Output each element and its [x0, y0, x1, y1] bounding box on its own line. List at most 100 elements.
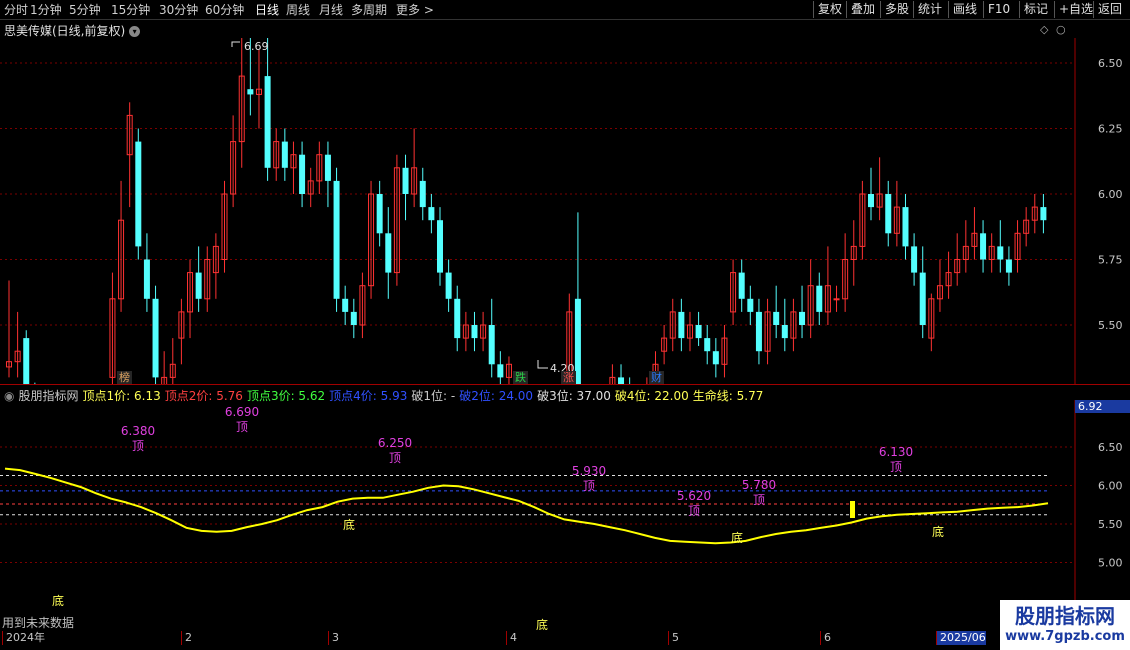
- toolbar-button-5[interactable]: F10: [983, 1, 1014, 18]
- candle[interactable]: [609, 364, 616, 384]
- candle[interactable]: [230, 115, 237, 208]
- candle[interactable]: [1014, 220, 1021, 273]
- candle[interactable]: [919, 246, 926, 339]
- candle[interactable]: [868, 167, 874, 221]
- candle[interactable]: [368, 180, 375, 299]
- candle[interactable]: [402, 154, 409, 221]
- period-tab-1[interactable]: 1分钟: [30, 2, 62, 18]
- close-icon[interactable]: ○: [1056, 23, 1066, 36]
- candle[interactable]: [255, 49, 262, 129]
- candle[interactable]: [342, 285, 349, 325]
- toolbar-button-7[interactable]: +自选: [1054, 1, 1097, 18]
- period-tab-10[interactable]: 更多 >: [396, 2, 434, 18]
- peak-marker[interactable]: 6.690顶: [225, 405, 259, 434]
- candle[interactable]: [118, 180, 125, 312]
- candle[interactable]: [376, 180, 383, 247]
- peak-marker[interactable]: 6.380顶: [121, 424, 155, 453]
- candle[interactable]: [893, 180, 900, 247]
- candle[interactable]: [109, 272, 116, 384]
- candle[interactable]: [350, 298, 357, 339]
- candle[interactable]: [454, 285, 461, 352]
- period-tab-2[interactable]: 5分钟: [69, 2, 101, 18]
- candle[interactable]: [393, 154, 400, 286]
- candle[interactable]: [195, 246, 202, 312]
- candle[interactable]: [781, 298, 788, 352]
- toolbar-button-3[interactable]: 统计: [913, 1, 946, 18]
- candle[interactable]: [807, 259, 814, 339]
- toolbar-button-4[interactable]: 画线: [948, 1, 981, 18]
- candle[interactable]: [221, 180, 228, 273]
- candle[interactable]: [971, 207, 978, 260]
- candle[interactable]: [712, 338, 719, 378]
- candle[interactable]: [471, 311, 478, 352]
- candle[interactable]: [23, 330, 30, 384]
- candle[interactable]: [678, 298, 685, 352]
- event-marker-0[interactable]: 榜: [117, 371, 132, 384]
- candle[interactable]: [988, 233, 995, 273]
- candle[interactable]: [730, 259, 737, 326]
- candle[interactable]: [799, 285, 806, 339]
- candle[interactable]: [747, 285, 754, 325]
- candle[interactable]: [462, 311, 469, 352]
- candle[interactable]: [161, 351, 168, 384]
- candle[interactable]: [997, 220, 1004, 273]
- candle[interactable]: [928, 293, 935, 352]
- candle[interactable]: [661, 325, 668, 365]
- candle[interactable]: [445, 259, 452, 312]
- candle[interactable]: [6, 280, 12, 378]
- candle[interactable]: [135, 128, 142, 260]
- candle[interactable]: [816, 272, 823, 325]
- candle[interactable]: [290, 141, 297, 194]
- candle[interactable]: [126, 102, 133, 208]
- candle[interactable]: [169, 338, 176, 384]
- period-tab-3[interactable]: 15分钟: [111, 2, 150, 18]
- candle[interactable]: [178, 298, 185, 365]
- event-marker-3[interactable]: 财: [649, 371, 664, 384]
- candle[interactable]: [385, 207, 392, 299]
- candle[interactable]: [954, 233, 961, 286]
- candle[interactable]: [738, 259, 745, 312]
- candle[interactable]: [980, 220, 987, 273]
- candle[interactable]: [281, 128, 288, 181]
- event-marker-1[interactable]: 跌: [513, 371, 528, 384]
- candle[interactable]: [902, 194, 909, 260]
- candle[interactable]: [885, 180, 892, 247]
- period-tab-8[interactable]: 月线: [319, 2, 343, 18]
- period-tab-4[interactable]: 30分钟: [159, 2, 198, 18]
- candle[interactable]: [152, 285, 159, 384]
- candle[interactable]: [333, 167, 340, 312]
- candle[interactable]: [324, 141, 331, 208]
- candle[interactable]: [480, 311, 487, 352]
- candle[interactable]: [238, 38, 245, 168]
- peak-marker[interactable]: 5.780顶: [742, 478, 776, 507]
- candle[interactable]: [497, 351, 504, 384]
- candle[interactable]: [1023, 207, 1030, 247]
- candle[interactable]: [204, 246, 211, 312]
- candlestick-chart[interactable]: 6.506.256.005.755.505.255.004.754.506.69…: [0, 38, 1130, 384]
- main-chart-title[interactable]: 思美传媒(日线,前复权) ▾: [4, 22, 141, 39]
- candle[interactable]: [859, 180, 866, 260]
- candle[interactable]: [1031, 194, 1038, 234]
- candle[interactable]: [264, 38, 271, 181]
- candle[interactable]: [273, 128, 280, 181]
- indicator-chart[interactable]: 6.506.005.505.006.926.380顶6.690顶6.250顶5.…: [0, 400, 1130, 630]
- candle[interactable]: [850, 220, 857, 286]
- toolbar-button-6[interactable]: 标记: [1019, 1, 1052, 18]
- candle[interactable]: [686, 311, 693, 352]
- toolbar-button-8[interactable]: 返回: [1093, 1, 1126, 18]
- chevron-down-icon[interactable]: ▾: [129, 26, 141, 37]
- candle[interactable]: [764, 298, 771, 365]
- diamond-icon[interactable]: ◇: [1040, 23, 1048, 36]
- candle[interactable]: [962, 220, 969, 273]
- toolbar-button-0[interactable]: 复权: [813, 1, 846, 18]
- candle[interactable]: [755, 298, 762, 365]
- event-marker-2[interactable]: 涨: [561, 371, 576, 384]
- period-tab-7[interactable]: 周线: [286, 2, 310, 18]
- candle[interactable]: [618, 364, 625, 384]
- candle[interactable]: [773, 285, 780, 339]
- candle[interactable]: [574, 212, 581, 384]
- candle[interactable]: [1040, 194, 1047, 234]
- candle[interactable]: [316, 141, 323, 194]
- candle[interactable]: [704, 325, 711, 365]
- candle[interactable]: [505, 356, 512, 384]
